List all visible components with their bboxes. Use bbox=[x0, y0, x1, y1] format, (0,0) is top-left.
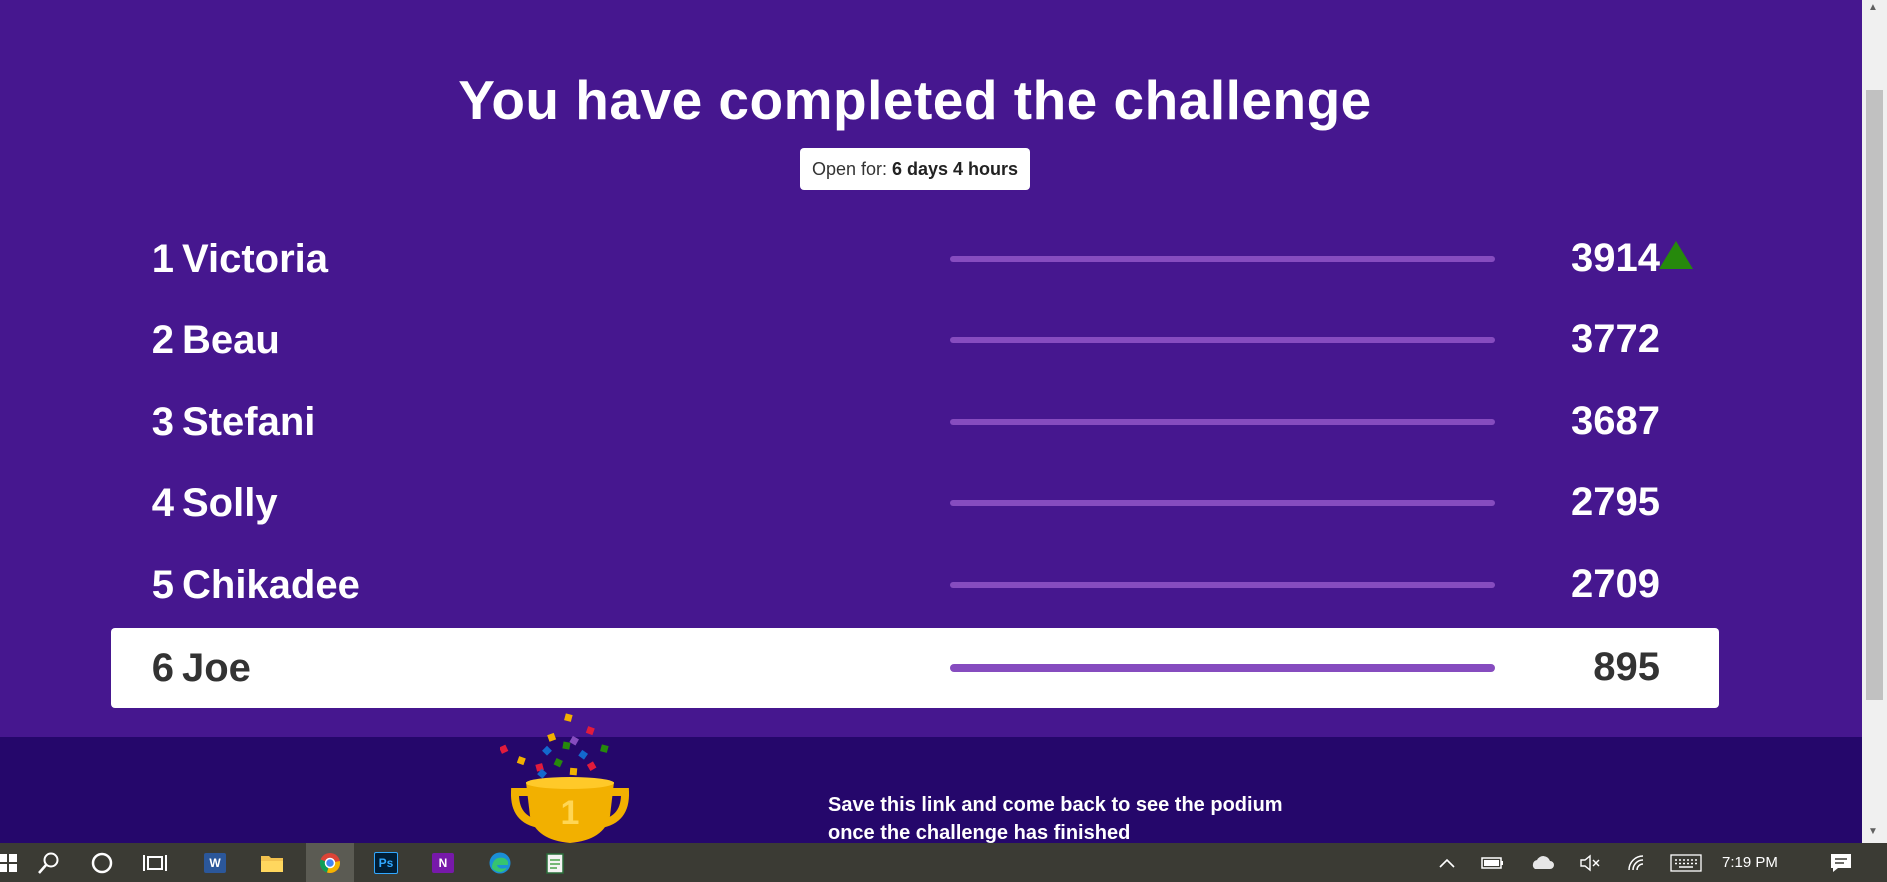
player-score: 895 bbox=[1593, 645, 1660, 689]
onedrive-icon[interactable] bbox=[1525, 843, 1559, 882]
leaderboard-row: 2 Beau 3772 bbox=[111, 300, 1719, 380]
network-icon[interactable] bbox=[1621, 843, 1655, 882]
rank-number: 5 bbox=[151, 563, 174, 607]
leaderboard-row: 4 Solly 2795 bbox=[111, 463, 1719, 543]
player-name: Stefani bbox=[182, 400, 316, 444]
player-name: Chikadee bbox=[182, 563, 360, 607]
player-name: Solly bbox=[182, 481, 278, 525]
rank-number: 3 bbox=[151, 400, 174, 444]
open-for-badge: Open for: 6 days 4 hours bbox=[800, 148, 1030, 190]
file-explorer-icon[interactable] bbox=[248, 843, 296, 882]
footer-banner: Save this link and come back to see the … bbox=[0, 737, 1862, 843]
volume-muted-icon[interactable] bbox=[1573, 843, 1607, 882]
score-bar bbox=[950, 419, 1495, 425]
scroll-thumb[interactable] bbox=[1866, 90, 1883, 700]
onenote-icon[interactable]: N bbox=[419, 843, 467, 882]
scroll-up-icon[interactable]: ▲ bbox=[1868, 2, 1878, 13]
footer-message-line2: once the challenge has finished bbox=[828, 822, 1131, 843]
windows-taskbar: W Ps N 7:19 PM bbox=[0, 843, 1887, 882]
leaderboard-row-current-user: 6 Joe 895 bbox=[111, 628, 1719, 708]
notepad-icon[interactable] bbox=[531, 843, 579, 882]
rank-number: 4 bbox=[151, 481, 174, 525]
cortana-icon[interactable] bbox=[78, 843, 126, 882]
player-score: 3687 bbox=[1571, 399, 1660, 443]
score-bar bbox=[950, 500, 1495, 506]
clock[interactable]: 7:19 PM bbox=[1722, 843, 1778, 882]
photoshop-letters: Ps bbox=[374, 851, 398, 874]
player-score: 2709 bbox=[1571, 562, 1660, 606]
edge-icon[interactable] bbox=[476, 843, 524, 882]
show-hidden-icons-icon[interactable] bbox=[1432, 843, 1462, 882]
player-score: 2795 bbox=[1571, 480, 1660, 524]
onenote-letter: N bbox=[432, 852, 454, 873]
leaderboard-row: 1 Victoria 3914 bbox=[111, 219, 1719, 299]
score-bar bbox=[950, 582, 1495, 588]
challenge-results-page: You have completed the challenge Open fo… bbox=[0, 0, 1862, 843]
keyboard-icon[interactable] bbox=[1666, 843, 1706, 882]
footer-message: Save this link and come back to see the … bbox=[828, 791, 1283, 843]
trophy-number: 1 bbox=[561, 794, 580, 832]
leaderboard-row: 5 Chikadee 2709 bbox=[111, 545, 1719, 625]
player-name: Victoria bbox=[182, 237, 328, 281]
rank-number: 1 bbox=[151, 237, 174, 281]
player-score: 3772 bbox=[1571, 317, 1660, 361]
leaderboard-row: 3 Stefani 3687 bbox=[111, 382, 1719, 462]
open-for-label: Open for: bbox=[811, 158, 887, 179]
score-bar bbox=[950, 664, 1495, 672]
task-view-icon[interactable] bbox=[131, 843, 179, 882]
rank-number: 6 bbox=[151, 646, 174, 690]
search-icon[interactable] bbox=[25, 843, 73, 882]
notifications-icon[interactable] bbox=[1821, 843, 1861, 882]
score-bar bbox=[950, 256, 1495, 262]
scroll-down-icon[interactable]: ▼ bbox=[1868, 826, 1878, 837]
player-name: Joe bbox=[182, 646, 251, 690]
trend-up-icon bbox=[1659, 241, 1693, 269]
battery-icon[interactable] bbox=[1476, 843, 1510, 882]
trophy-icon: 1 bbox=[500, 713, 630, 843]
footer-message-line1: Save this link and come back to see the … bbox=[828, 794, 1283, 816]
score-bar bbox=[950, 337, 1495, 343]
player-score: 3914 bbox=[1571, 236, 1660, 280]
word-letter: W bbox=[204, 852, 226, 873]
photoshop-icon[interactable]: Ps bbox=[362, 843, 410, 882]
word-icon[interactable]: W bbox=[191, 843, 239, 882]
page-title: You have completed the challenge bbox=[458, 69, 1372, 131]
player-name: Beau bbox=[182, 318, 280, 362]
vertical-scrollbar[interactable]: ▲ ▼ bbox=[1862, 0, 1887, 843]
chrome-icon[interactable] bbox=[306, 843, 354, 882]
open-for-value: 6 days 4 hours bbox=[891, 158, 1019, 179]
rank-number: 2 bbox=[151, 318, 174, 362]
